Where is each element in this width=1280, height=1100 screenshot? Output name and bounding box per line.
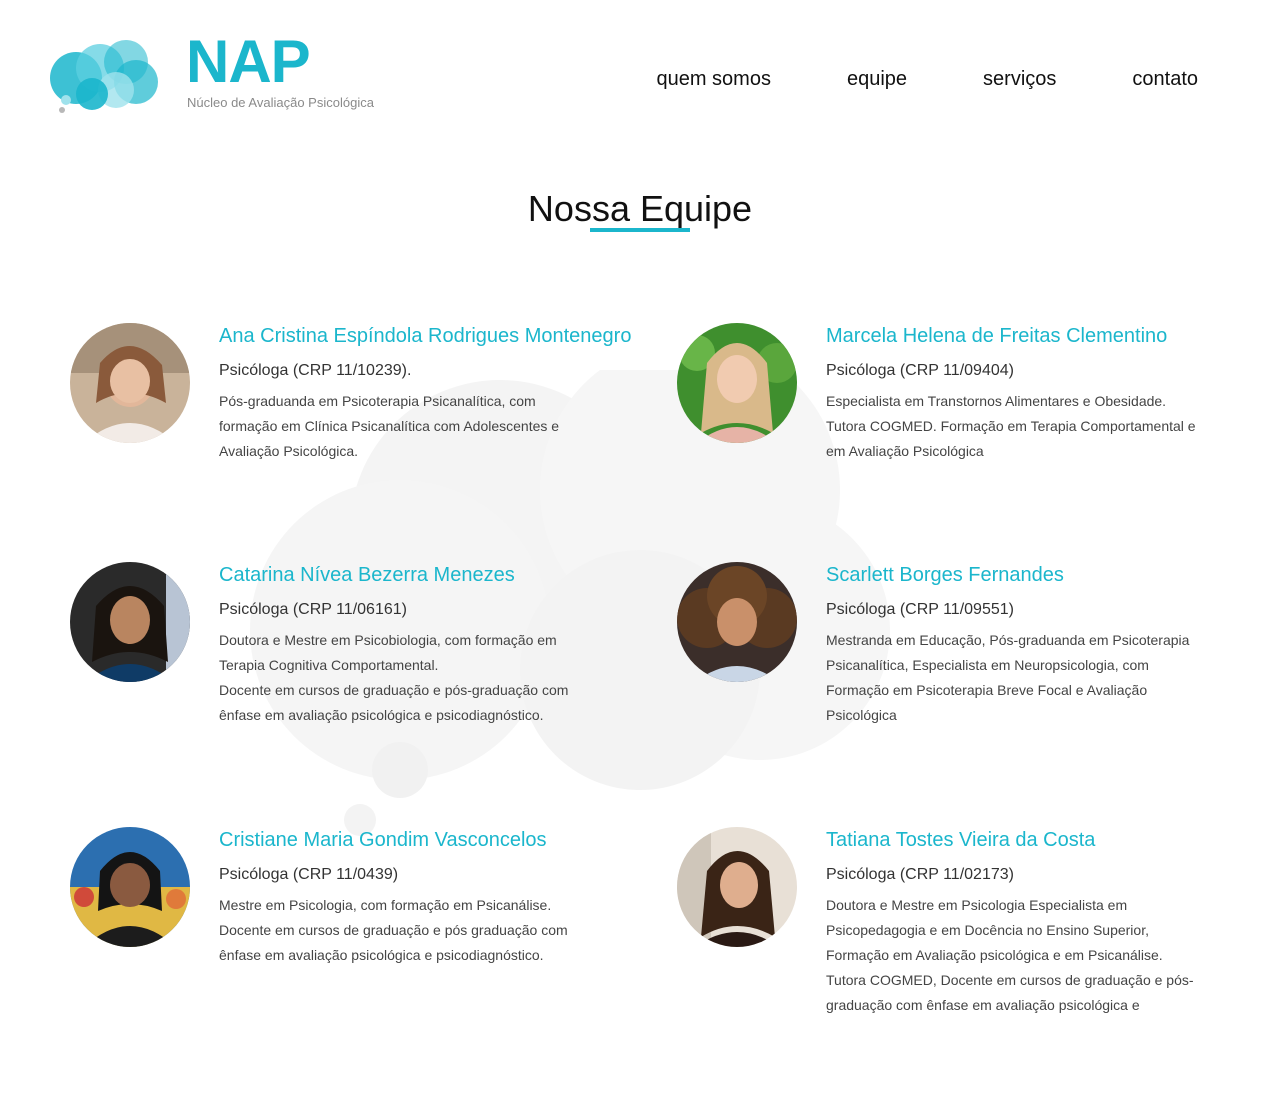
avatar [677,323,797,443]
avatar [70,827,190,947]
member-name: Cristiane Maria Gondim Vasconcelos [219,829,547,851]
avatar [70,323,190,443]
brand-name: NAP [186,28,311,95]
avatar [70,562,190,682]
member-role: Psicóloga (CRP 11/06161) [219,601,407,618]
nap-logo[interactable]: NAP Núcleo de Avaliação Psicológica [44,32,384,118]
brand-tagline: Núcleo de Avaliação Psicológica [187,95,374,110]
page-title: Nossa Equipe [527,188,753,229]
member-name: Scarlett Borges Fernandes [826,564,1064,586]
member-bio: Doutora e Mestre em Psicobiologia, com f… [219,632,569,723]
member-name: Ana Cristina Espíndola Rodrigues Montene… [219,325,632,347]
member-name: Catarina Nívea Bezerra Menezes [219,564,515,586]
member-bio: Especialista em Transtornos Alimentares … [826,393,1196,459]
member-bio: Mestre em Psicologia, com formação em Ps… [219,897,568,963]
main-nav: quem somos equipe serviços contato [656,68,1198,91]
member-role: Psicóloga (CRP 11/10239). [219,362,412,379]
nav-equipe[interactable]: equipe [847,68,907,91]
member-role: Psicóloga (CRP 11/02173) [826,866,1014,883]
bubbles-logo-icon [50,40,158,113]
member-name: Tatiana Tostes Vieira da Costa [826,829,1096,851]
nav-contato[interactable]: contato [1132,68,1198,91]
nav-quem-somos[interactable]: quem somos [656,68,771,91]
site-header: NAP Núcleo de Avaliação Psicológica quem… [0,0,1280,150]
member-name: Marcela Helena de Freitas Clementino [826,325,1168,347]
title-underline [590,228,690,232]
member-bio: Doutora e Mestre em Psicologia Especiali… [826,897,1194,1013]
member-role: Psicóloga (CRP 11/09404) [826,362,1014,379]
member-role: Psicóloga (CRP 11/0439) [219,866,399,883]
avatar [677,827,797,947]
member-role: Psicóloga (CRP 11/09551) [826,601,1014,618]
nav-servicos[interactable]: serviços [983,68,1056,91]
member-bio: Mestranda em Educação, Pós-graduanda em … [826,632,1190,723]
avatar [677,562,797,682]
member-bio: Pós-graduanda em Psicoterapia Psicanalít… [219,393,560,459]
